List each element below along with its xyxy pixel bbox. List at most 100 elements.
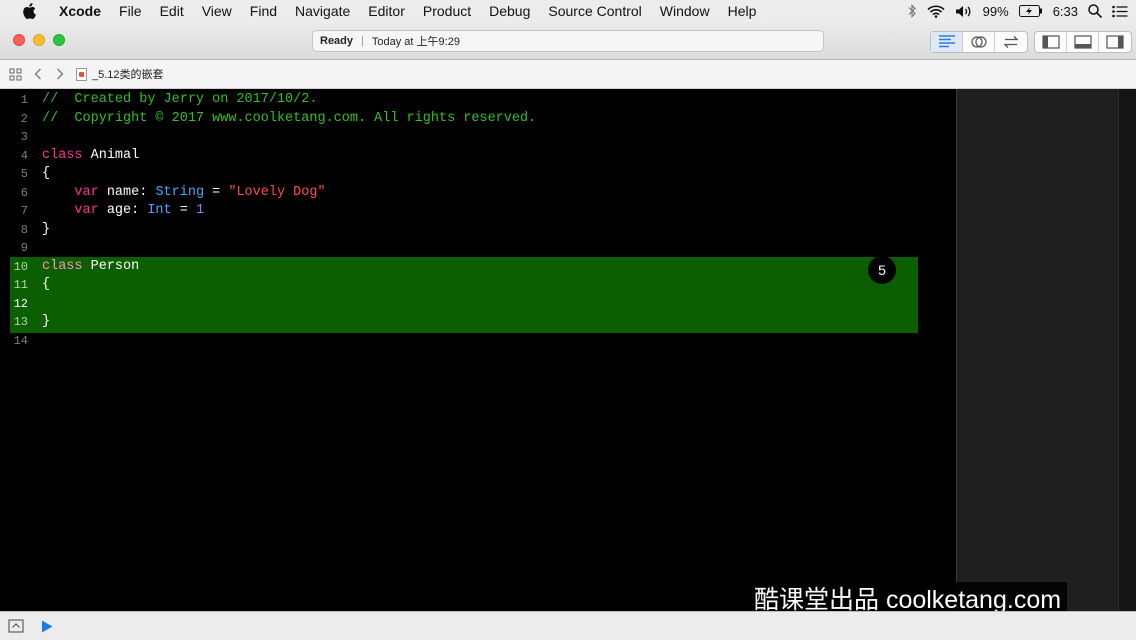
utilities-panel-icon[interactable] [1099,32,1131,52]
line-number: 6 [20,185,28,200]
code-text: { [42,276,50,295]
navigator-panel-icon[interactable] [1035,32,1067,52]
menu-product[interactable]: Product [414,3,480,19]
code-line[interactable]: 8} [0,221,956,240]
standard-editor-icon[interactable] [931,32,963,52]
menu-bar: Xcode File Edit View Find Navigate Edito… [0,0,1136,22]
code-token: } [42,221,51,237]
code-line[interactable]: 2 // Copyright © 2017 www.coolketang.com.… [0,110,956,129]
menu-source-control[interactable]: Source Control [539,3,650,19]
code-line[interactable]: 5{ [0,165,956,184]
line-number: 11 [13,278,28,292]
build-status: Ready [320,35,354,47]
code-token: var [74,203,99,218]
code-line[interactable]: 11 { [0,276,956,295]
code-token: = [171,203,196,218]
code-lines: 1 // Created by Jerry on 2017/10/2. 2 // Co… [0,91,956,350]
line-number: 13 [13,315,28,329]
line-number: 2 [20,111,28,126]
code-line[interactable]: 7 var age: Int = 1 [0,202,956,221]
minimap-panel [956,89,1136,611]
code-text: var age: Int = 1 [42,202,204,221]
code-text: // Copyright © 2017 www.coolketang.com. … [42,110,536,129]
hide-debug-area-icon[interactable] [8,619,24,633]
code-text: { [42,165,50,184]
menu-app-name[interactable]: Xcode [50,3,110,19]
code-line[interactable]: 12 [0,295,956,314]
code-line[interactable]: 13} [0,313,956,332]
build-timestamp: Today at 上午9:29 [371,36,460,48]
code-token: { [42,166,51,181]
menu-debug[interactable]: Debug [480,3,539,19]
forward-chevron-icon[interactable] [52,66,68,82]
code-token: 1 [195,203,205,218]
line-number: 4 [20,148,28,163]
menu-view[interactable]: View [193,3,241,19]
back-chevron-icon[interactable] [30,66,46,82]
volume-icon[interactable] [955,5,973,18]
battery-icon[interactable] [1018,5,1043,17]
code-line[interactable]: 1 // Created by Jerry on 2017/10/2. [0,91,956,110]
debug-bar [0,611,1136,640]
line-number: 9 [20,241,28,255]
debug-area-icon[interactable] [1067,32,1099,52]
line-number: 1 [20,93,28,107]
code-token: var [74,184,99,200]
status-menus: 99% 6:33 [907,0,1128,22]
menu-editor[interactable]: Editor [359,3,414,19]
panel-toggle-segment [1034,31,1132,53]
line-number: 3 [20,130,28,144]
source-editor[interactable]: 1 // Created by Jerry on 2017/10/2. 2 // Co… [0,89,956,611]
window-toolbar: Ready | Today at 上午9:29 [0,22,1136,60]
code-text: class Person [42,258,139,277]
code-text: // Created by Jerry on 2017/10/2. [42,91,317,110]
line-number: 14 [13,333,28,348]
step-badge: 5 [868,256,896,284]
battery-percent[interactable]: 99% [983,4,1009,19]
menu-help[interactable]: Help [719,3,766,19]
code-token: = [204,184,229,200]
menu-find[interactable]: Find [241,3,286,19]
spotlight-icon[interactable] [1088,4,1102,18]
code-token: class [42,258,83,274]
code-line[interactable]: 4 class Animal [0,147,956,166]
line-number: 5 [20,167,28,181]
watermark: 酷课堂出品 coolketang.com [748,582,1068,614]
version-editor-icon[interactable] [995,32,1027,52]
related-items-icon[interactable] [7,66,23,82]
code-line[interactable]: 10 class Person [0,258,956,277]
minimize-window-button[interactable] [33,34,45,46]
wifi-icon[interactable] [927,5,945,18]
assistant-editor-icon[interactable] [963,32,995,52]
code-text: } [42,221,50,240]
code-token: { [42,277,51,292]
run-play-icon[interactable] [39,619,55,633]
swift-file-icon [76,67,87,81]
code-token: class [42,147,83,163]
menu-edit[interactable]: Edit [151,3,193,19]
status-separator: | [361,35,364,47]
code-line[interactable]: 9 [0,239,956,258]
menu-file[interactable]: File [110,3,151,19]
code-token: // Created by Jerry on 2017/10/2. [42,92,318,107]
editor-mode-segment [930,31,1028,53]
zoom-window-button[interactable] [53,34,65,46]
apple-icon[interactable] [20,2,38,20]
close-window-button[interactable] [13,34,25,46]
bluetooth-icon[interactable] [907,4,917,18]
code-token: Animal [82,147,140,163]
code-line[interactable]: 3 [0,128,956,147]
breadcrumb-filename[interactable]: _5.12类的嵌套 [92,66,164,82]
editor-scrollbar[interactable] [1118,89,1136,611]
clock[interactable]: 6:33 [1053,4,1078,19]
code-line[interactable]: 14 [0,332,956,351]
line-number: 10 [13,259,28,274]
menu-window[interactable]: Window [651,3,719,19]
code-line[interactable]: 6 var name: String = "Lovely Dog" [0,184,956,203]
notification-center-icon[interactable] [1112,5,1128,18]
code-token: "Lovely Dog" [228,184,326,200]
menu-navigate[interactable]: Navigate [286,3,359,19]
code-token: // Copyright © 2017 www.coolketang.com. … [42,110,537,126]
line-number: 12 [13,296,28,311]
